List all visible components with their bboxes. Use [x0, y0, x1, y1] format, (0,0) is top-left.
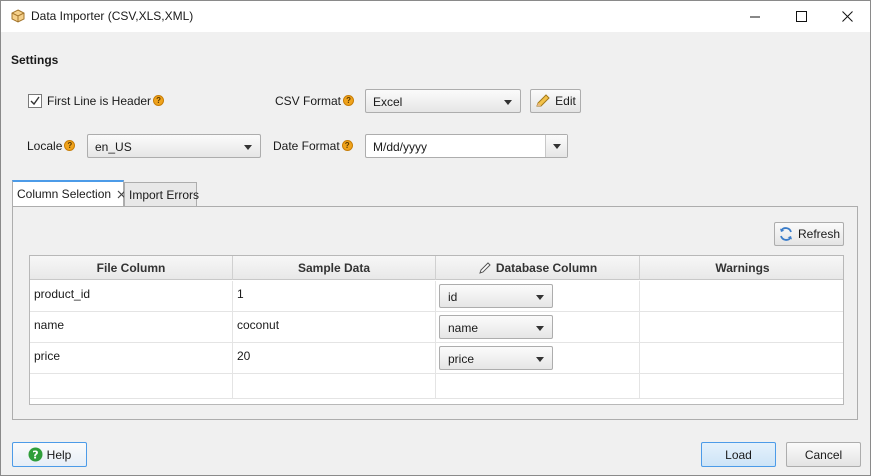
settings-heading: Settings	[11, 53, 59, 67]
refresh-button-label: Refresh	[797, 227, 841, 241]
locale-value: en_US	[95, 140, 132, 154]
help-badge-icon[interactable]: ?	[343, 95, 355, 107]
database-column-value: id	[448, 290, 458, 304]
sample-data-cell: coconut	[237, 318, 280, 332]
file-column-cell: price	[34, 349, 61, 363]
column-header-database-column[interactable]: Database Column	[436, 256, 640, 280]
csv-format-select[interactable]: Excel	[365, 89, 521, 113]
column-header-file-column[interactable]: File Column	[30, 256, 233, 280]
help-badge-icon[interactable]: ?	[64, 140, 76, 152]
date-format-combo[interactable]: M/dd/yyyy	[365, 134, 568, 158]
help-badge-icon[interactable]: ?	[341, 140, 353, 152]
column-header-warnings[interactable]: Warnings	[640, 256, 843, 280]
date-format-dropdown-button[interactable]	[545, 135, 567, 157]
table-row[interactable]: product_id 1 id	[30, 281, 843, 312]
file-column-cell: product_id	[34, 287, 91, 301]
close-icon	[841, 11, 853, 22]
chevron-down-icon	[536, 326, 544, 331]
csv-format-value: Excel	[373, 95, 403, 109]
column-mapping-table: File Column Sample Data Database Column …	[29, 255, 844, 405]
help-button-label: Help	[46, 447, 72, 462]
chevron-down-icon	[536, 295, 544, 300]
pencil-outline-icon	[478, 261, 492, 275]
maximize-icon	[795, 11, 807, 22]
table-row[interactable]: name coconut name	[30, 312, 843, 343]
window-title: Data Importer (CSV,XLS,XML)	[31, 9, 194, 23]
column-header-sample-data[interactable]: Sample Data	[233, 256, 436, 280]
cancel-button[interactable]: Cancel	[786, 442, 861, 467]
help-circle-icon: ?	[28, 447, 43, 462]
load-button-label: Load	[725, 447, 752, 462]
minimize-icon	[749, 11, 761, 22]
date-format-input[interactable]: M/dd/yyyy	[373, 140, 427, 154]
svg-text:?: ?	[32, 449, 38, 462]
pencil-icon	[535, 94, 551, 108]
table-row[interactable]: price 20 price	[30, 343, 843, 374]
first-line-header-label: First Line is Header?	[47, 94, 165, 108]
title-bar[interactable]: Data Importer (CSV,XLS,XML)	[1, 1, 870, 32]
maximize-button[interactable]	[778, 1, 824, 32]
cube-icon	[11, 9, 25, 23]
minimize-button[interactable]	[732, 1, 778, 32]
help-badge-icon[interactable]: ?	[153, 95, 165, 107]
column-selection-panel: Refresh File Column Sample Data Database…	[12, 206, 858, 420]
database-column-header-label: Database Column	[495, 261, 598, 275]
panel-body: Refresh File Column Sample Data Database…	[13, 207, 857, 419]
csv-format-label: CSV Format?	[275, 94, 355, 108]
dialog-content: Settings First Line is Header? CSV Forma…	[1, 32, 870, 475]
database-column-value: name	[448, 321, 479, 335]
chevron-down-icon	[553, 144, 561, 149]
file-column-cell: name	[34, 318, 65, 332]
chevron-down-icon	[504, 100, 512, 105]
help-button[interactable]: ? Help	[12, 442, 87, 467]
database-column-select[interactable]: price	[439, 346, 553, 370]
data-importer-window: Data Importer (CSV,XLS,XML) Settings Fir…	[0, 0, 871, 476]
tab-import-errors[interactable]: Import Errors	[124, 182, 200, 206]
database-column-value: price	[448, 352, 475, 366]
close-window-button[interactable]	[824, 1, 870, 32]
table-row-empty	[30, 374, 843, 399]
refresh-icon	[778, 226, 794, 242]
cancel-button-label: Cancel	[804, 447, 843, 462]
database-column-select[interactable]: id	[439, 284, 553, 308]
tab-column-selection-label: Column Selection	[17, 187, 112, 201]
first-line-header-checkbox[interactable]	[28, 94, 42, 108]
locale-select[interactable]: en_US	[87, 134, 261, 158]
edit-button-label: Edit	[555, 94, 576, 108]
chevron-down-icon	[536, 357, 544, 362]
tab-import-errors-label: Import Errors	[129, 188, 200, 202]
table-header: File Column Sample Data Database Column …	[30, 256, 843, 280]
sample-data-cell: 20	[237, 349, 251, 363]
sample-data-cell: 1	[237, 287, 244, 301]
refresh-button[interactable]: Refresh	[774, 222, 844, 246]
tab-column-selection[interactable]: Column Selection	[12, 180, 126, 206]
database-column-select[interactable]: name	[439, 315, 553, 339]
edit-button[interactable]: Edit	[530, 89, 581, 113]
date-format-label: Date Format?	[273, 139, 353, 153]
load-button[interactable]: Load	[701, 442, 776, 467]
locale-label: Locale?	[27, 139, 76, 153]
chevron-down-icon	[244, 145, 252, 150]
